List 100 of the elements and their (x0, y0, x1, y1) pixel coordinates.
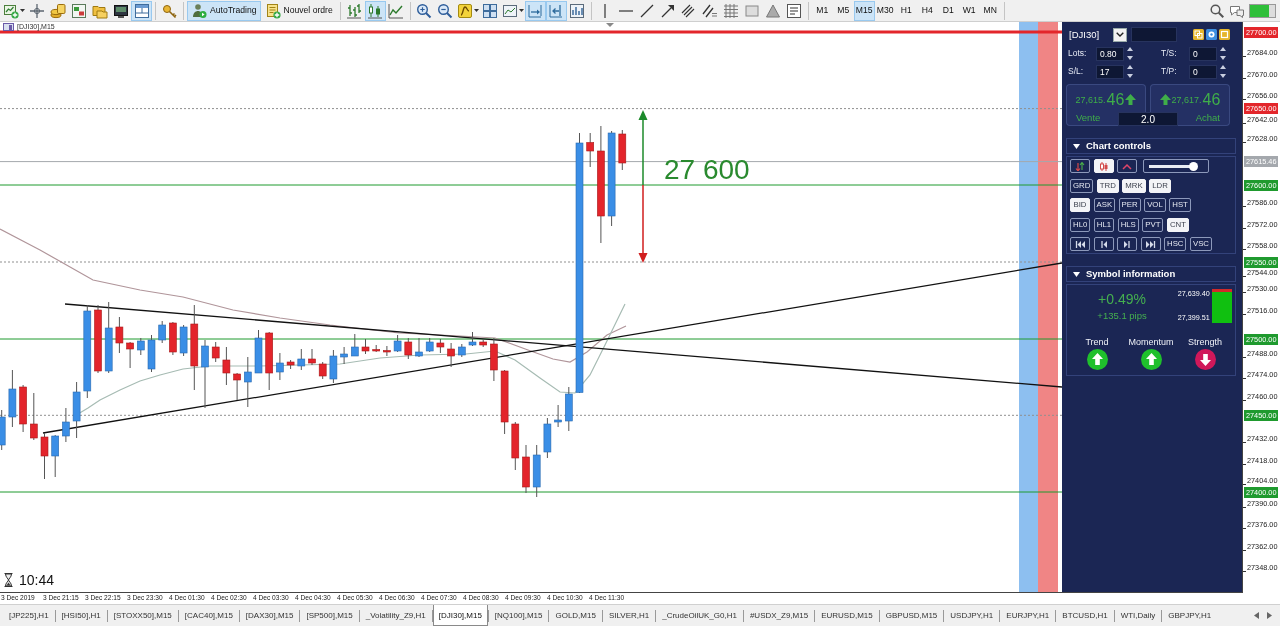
chart-tab[interactable]: SILVER,H1 (602, 606, 656, 625)
chart-tab[interactable]: EURUSD,M15 (815, 606, 879, 625)
timeframe-button[interactable]: H1 (895, 0, 917, 21)
chart-tab[interactable]: BTCUSD,H1 (1056, 606, 1114, 625)
dropdown-button[interactable] (1113, 27, 1127, 42)
slider-track[interactable] (1142, 159, 1209, 173)
chart-tab[interactable]: [CAC40],M15 (178, 606, 239, 625)
number-field[interactable]: 0 (1189, 46, 1217, 61)
new-order-button[interactable]: Nouvel ordre (260, 0, 337, 21)
candlestick (308, 348, 316, 366)
chart-tab[interactable]: [DJI30],M15 (432, 605, 488, 626)
candlestick (511, 421, 520, 471)
square-tile-icon[interactable] (1219, 29, 1230, 40)
step-forward-icon[interactable] (1122, 239, 1132, 249)
document-plus-icon[interactable] (264, 2, 281, 19)
timeframe-button[interactable]: H4 (916, 0, 938, 21)
candlestick (276, 352, 284, 381)
chart-tab[interactable]: [JP225],H1 (3, 606, 55, 625)
skip-end-icon[interactable] (1145, 239, 1156, 249)
candlestick (543, 417, 552, 459)
buy-label[interactable]: Achat (1178, 112, 1230, 126)
hourglass-icon (4, 573, 13, 587)
scroll-right-icon[interactable] (1267, 612, 1272, 619)
candlestick (254, 329, 263, 374)
chart-tab[interactable]: #USDX_Z9,M15 (743, 606, 815, 625)
sell-label[interactable]: Vente (1066, 112, 1118, 126)
caret-icon[interactable] (473, 9, 479, 12)
timeframe-button[interactable]: M1 (811, 0, 833, 21)
chart-tab[interactable]: USDJPY,H1 (944, 606, 1000, 625)
chart-window-icon[interactable] (501, 2, 518, 19)
chart-tab[interactable]: [SP500],M15 (300, 606, 359, 625)
symbol-name: [DJI30] (1068, 28, 1101, 41)
curve-tile-icon[interactable] (456, 2, 473, 19)
caret-icon[interactable] (518, 9, 524, 12)
chart-tab[interactable]: [STOXX50],M15 (107, 606, 178, 625)
chart-tab[interactable]: EURJPY,H1 (1000, 606, 1056, 625)
volume-field[interactable]: 2.0 (1118, 112, 1178, 126)
triangle-marker-icon[interactable] (606, 23, 614, 27)
first-button[interactable] (1070, 237, 1090, 251)
next-button[interactable] (1117, 237, 1137, 251)
candlestick (222, 346, 231, 386)
number-field[interactable]: 0 (1189, 64, 1217, 79)
input-field[interactable] (1131, 27, 1177, 42)
meter-bar-icon (1249, 3, 1276, 18)
chart-tab[interactable]: [DAX30],M15 (239, 606, 300, 625)
timeframe-button[interactable]: M30 (874, 0, 896, 21)
window-icon (3, 23, 14, 31)
spin-arrows-icon[interactable] (1220, 47, 1226, 60)
autotrading-button[interactable]: AutoTrading (187, 0, 261, 21)
settings-icon[interactable] (1206, 29, 1217, 40)
skip-start-icon[interactable] (1075, 239, 1085, 249)
copy-tile-icon[interactable] (1193, 29, 1204, 40)
timeframe-button[interactable]: D1 (937, 0, 959, 21)
chart-tab[interactable]: [NQ100],M15 (488, 606, 549, 625)
candlestick-icon[interactable] (1098, 161, 1109, 171)
candle-button[interactable] (1093, 159, 1114, 173)
up-down-arrows-icon[interactable] (1075, 161, 1085, 171)
number-field[interactable]: 0.80 (1096, 46, 1124, 61)
chart-tab[interactable]: _Volatility_Z9,H1 (359, 606, 432, 625)
caret-icon[interactable] (20, 9, 25, 12)
timer-text: 10:44 (19, 573, 55, 587)
previous-button[interactable] (1093, 237, 1114, 251)
person-play-icon[interactable] (191, 2, 207, 19)
chart-tab[interactable]: GBPJPY,H1 (1162, 606, 1218, 625)
chart-tab[interactable]: _CrudeOilUK_G0,H1 (656, 606, 743, 625)
candlestick (244, 356, 252, 408)
chart-tab[interactable]: GOLD,M15 (549, 606, 602, 625)
caret-up-button[interactable] (1117, 159, 1137, 173)
swap-button[interactable] (1070, 159, 1090, 173)
section-header[interactable]: Chart controls (1066, 138, 1236, 154)
timeframe-button[interactable]: M5 (832, 0, 854, 21)
candlestick (479, 338, 487, 348)
chart-tab[interactable]: GBPUSD,M15 (879, 606, 944, 625)
candlestick (425, 337, 434, 353)
chart-tab[interactable]: [HSI50],H1 (55, 606, 107, 625)
spin-arrows-icon[interactable] (1127, 47, 1133, 60)
sell-button[interactable]: 27,615.46 (1066, 84, 1146, 112)
timeframe-button[interactable]: M15 (853, 0, 875, 21)
number-field[interactable]: 17 (1096, 64, 1124, 79)
step-back-icon[interactable] (1098, 239, 1109, 249)
search-icon[interactable] (1209, 2, 1225, 19)
candlestick (126, 341, 134, 369)
candlestick (169, 321, 177, 356)
timeframe-button[interactable]: W1 (958, 0, 980, 21)
candlestick (286, 359, 295, 370)
field-label: Lots: (1067, 48, 1088, 59)
chart-plus-icon[interactable] (3, 2, 19, 19)
candlestick (361, 338, 370, 355)
candlestick (137, 337, 145, 356)
buy-button[interactable]: 27,617.46 (1150, 84, 1230, 112)
chevron-down-icon[interactable] (1116, 32, 1124, 37)
chart-tab[interactable]: WTI,Daily (1114, 606, 1162, 625)
timeframe-button[interactable]: MN (979, 0, 1001, 21)
slider-thumb[interactable] (1188, 162, 1198, 171)
spin-arrows-icon[interactable] (1220, 65, 1226, 78)
last-button[interactable] (1140, 237, 1161, 251)
chevron-up-icon[interactable] (1122, 161, 1132, 171)
scroll-left-icon[interactable] (1254, 612, 1259, 619)
section-header[interactable]: Symbol information (1066, 266, 1236, 282)
spin-arrows-icon[interactable] (1127, 65, 1133, 78)
